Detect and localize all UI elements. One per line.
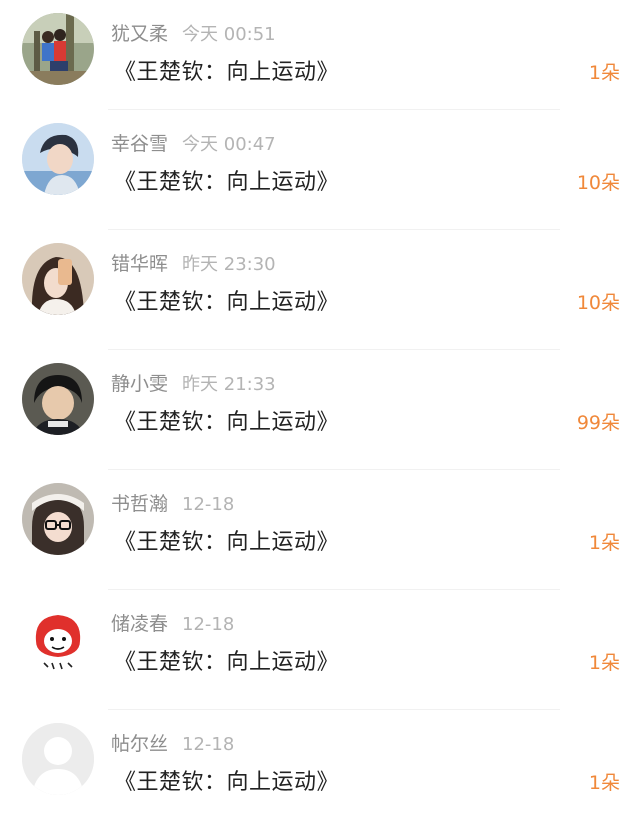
item-meta: 帖尔丝 12-18 <box>111 729 234 756</box>
list-item[interactable]: 帖尔丝 12-18 《王楚钦：向上运动》 1朵 <box>0 710 640 830</box>
list-item[interactable]: 幸谷雪 今天 00:47 《王楚钦：向上运动》 10朵 <box>0 110 640 230</box>
timestamp: 昨天 23:30 <box>182 254 276 275</box>
timestamp: 12-18 <box>182 614 235 635</box>
item-title: 《王楚钦：向上运动》 <box>114 410 340 435</box>
list-item[interactable]: 书哲瀚 12-18 《王楚钦：向上运动》 1朵 <box>0 470 640 590</box>
item-title: 《王楚钦：向上运动》 <box>114 530 340 555</box>
item-title: 《王楚钦：向上运动》 <box>114 770 340 795</box>
item-title: 《王楚钦：向上运动》 <box>114 170 340 195</box>
item-meta: 犹又柔 今天 00:51 <box>111 19 276 46</box>
avatar[interactable] <box>22 243 94 315</box>
user-name[interactable]: 储凌春 <box>111 613 168 635</box>
user-name[interactable]: 幸谷雪 <box>111 133 168 155</box>
photo-avatar-icon <box>22 243 94 315</box>
photo-avatar-icon <box>22 363 94 435</box>
avatar[interactable] <box>22 483 94 555</box>
item-meta: 书哲瀚 12-18 <box>111 489 234 516</box>
list-item[interactable]: 错华晖 昨天 23:30 《王楚钦：向上运动》 10朵 <box>0 230 640 350</box>
avatar[interactable] <box>22 723 94 795</box>
photo-avatar-icon <box>22 483 94 555</box>
timestamp: 今天 00:47 <box>182 134 276 155</box>
avatar[interactable] <box>22 603 94 675</box>
timestamp: 今天 00:51 <box>182 24 276 45</box>
cartoon-avatar-icon <box>22 603 94 675</box>
item-title: 《王楚钦：向上运动》 <box>114 290 340 315</box>
timestamp: 昨天 21:33 <box>182 374 276 395</box>
photo-avatar-icon <box>22 123 94 195</box>
flower-count: 1朵 <box>588 652 620 674</box>
user-name[interactable]: 静小雯 <box>111 373 168 395</box>
item-title: 《王楚钦：向上运动》 <box>114 60 340 85</box>
user-name[interactable]: 帖尔丝 <box>111 733 168 755</box>
default-avatar-icon <box>22 723 94 795</box>
flower-count: 10朵 <box>576 172 620 194</box>
flower-count: 10朵 <box>576 292 620 314</box>
photo-avatar-icon <box>22 13 94 85</box>
flower-count: 1朵 <box>588 532 620 554</box>
user-name[interactable]: 错华晖 <box>111 253 168 275</box>
item-meta: 错华晖 昨天 23:30 <box>111 249 276 276</box>
flower-count: 1朵 <box>588 62 620 84</box>
avatar[interactable] <box>22 363 94 435</box>
gift-list: 犹又柔 今天 00:51 《王楚钦：向上运动》 1朵 幸谷雪 今天 00:47 《王… <box>0 0 640 817</box>
list-item[interactable]: 储凌春 12-18 《王楚钦：向上运动》 1朵 <box>0 590 640 710</box>
timestamp: 12-18 <box>182 734 235 755</box>
user-name[interactable]: 书哲瀚 <box>111 493 168 515</box>
avatar[interactable] <box>22 13 94 85</box>
item-meta: 储凌春 12-18 <box>111 609 234 636</box>
flower-count: 1朵 <box>588 772 620 794</box>
user-name[interactable]: 犹又柔 <box>111 23 168 45</box>
list-item[interactable]: 静小雯 昨天 21:33 《王楚钦：向上运动》 99朵 <box>0 350 640 470</box>
item-meta: 静小雯 昨天 21:33 <box>111 369 276 396</box>
list-item[interactable]: 犹又柔 今天 00:51 《王楚钦：向上运动》 1朵 <box>0 0 640 110</box>
item-title: 《王楚钦：向上运动》 <box>114 650 340 675</box>
item-meta: 幸谷雪 今天 00:47 <box>111 129 276 156</box>
avatar[interactable] <box>22 123 94 195</box>
flower-count: 99朵 <box>576 412 620 434</box>
timestamp: 12-18 <box>182 494 235 515</box>
